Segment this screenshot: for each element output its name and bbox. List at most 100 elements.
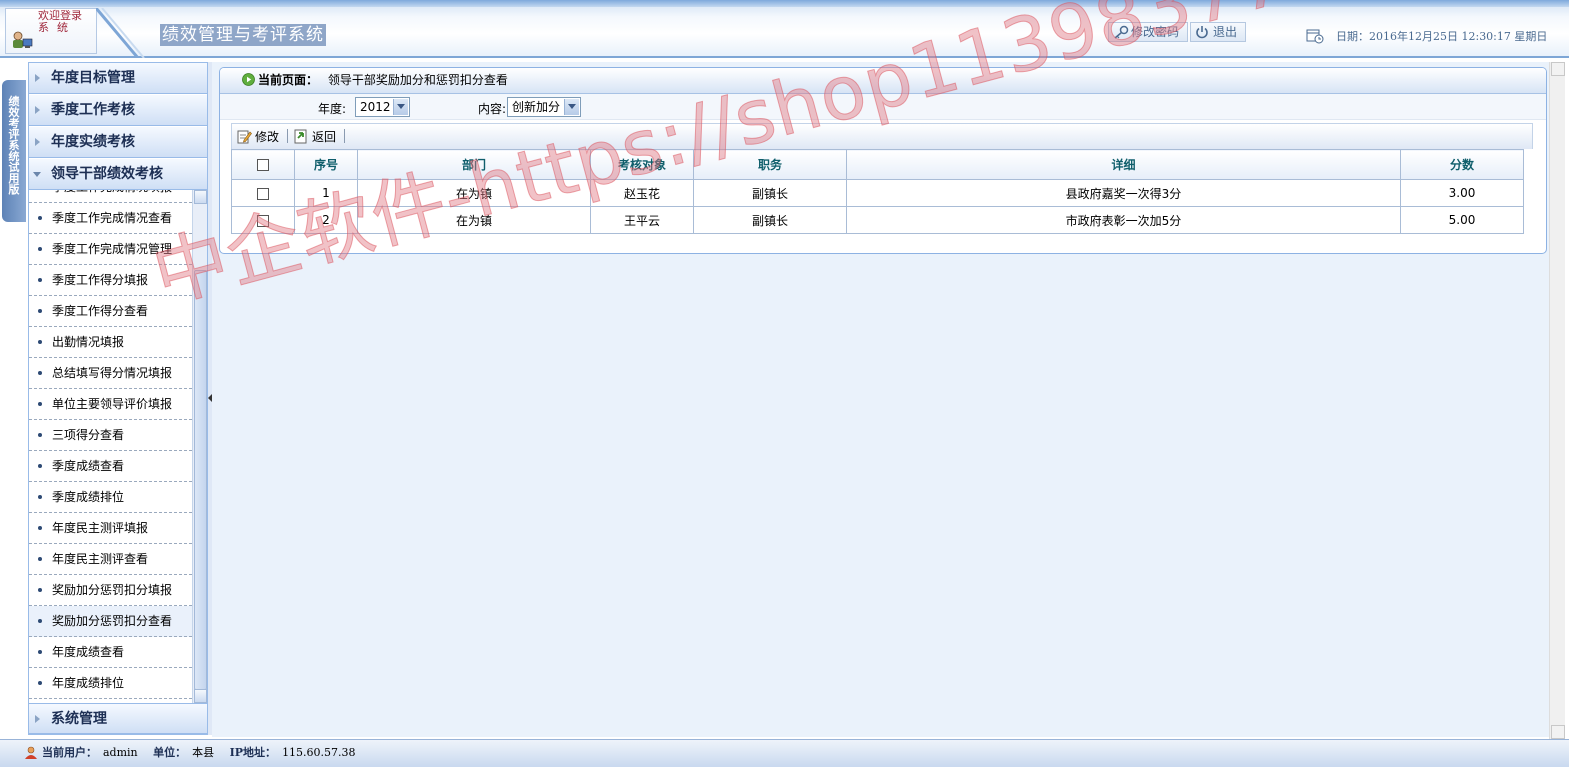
sidebar-section-leader[interactable]: 领导干部绩效考核 (29, 159, 207, 190)
sidebar-section-annual-goal[interactable]: 年度目标管理 (29, 63, 207, 94)
power-icon (1196, 26, 1208, 39)
expand-arrow-icon (35, 715, 40, 723)
system-vertical-tab[interactable]: 绩效考评系统试用版 (2, 80, 26, 222)
cell-position: 副镇长 (693, 179, 847, 207)
row-checkbox[interactable] (257, 214, 269, 227)
section-label: 年度实绩考核 (51, 134, 135, 150)
column-header[interactable]: 考核对象 (590, 149, 694, 180)
filter-bar: 年度: 2012 内容: 创新加分 (220, 94, 1546, 120)
play-circle-icon (242, 73, 255, 86)
sidebar-section-system[interactable]: 系统管理 (29, 703, 207, 734)
key-icon (1114, 25, 1129, 39)
edit-label: 修改 (255, 130, 280, 144)
table-header-row: 序号 部门 考核对象 职务 详细 分数 (231, 149, 1524, 180)
select-all-cell[interactable] (231, 149, 295, 180)
sidebar-item[interactable]: 单位主要领导评价填报 (29, 389, 192, 420)
edit-icon (237, 130, 252, 144)
expand-arrow-icon (35, 106, 40, 114)
header-diagonal-decoration (96, 8, 145, 58)
back-label: 返回 (312, 130, 337, 144)
sidebar-scrollbar[interactable] (192, 190, 207, 703)
edit-button[interactable]: 修改 (237, 128, 279, 146)
row-checkbox-cell[interactable] (231, 206, 295, 234)
scroll-up-arrow-icon[interactable] (194, 190, 207, 204)
sidebar-item[interactable]: 总结填写得分情况填报 (29, 358, 192, 389)
welcome-line-2: 系统 (38, 21, 76, 34)
scrollbar-thumb[interactable] (194, 270, 207, 690)
unit-label: 单位： (153, 746, 187, 759)
sidebar-item[interactable]: 季度工作得分填报 (29, 265, 192, 296)
chevron-down-icon (564, 99, 579, 115)
ip-label: IP地址： (229, 746, 277, 759)
current-user-value: admin (103, 746, 138, 759)
content-select[interactable]: 创新加分 (507, 97, 581, 117)
select-all-checkbox[interactable] (257, 159, 269, 171)
header: 欢迎登录 系统 绩效管理与考评系统 修改密码 退出 日期：2016年12月25日… (0, 0, 1569, 58)
row-checkbox[interactable] (257, 187, 269, 200)
sidebar-item-active[interactable]: 奖励加分惩罚扣分查看 (29, 606, 192, 637)
row-checkbox-cell[interactable] (231, 179, 295, 207)
table-row[interactable]: 2 在为镇 王平云 副镇长 市政府表彰一次加5分 5.00 (231, 206, 1524, 234)
scroll-up-arrow-icon[interactable] (1551, 62, 1565, 76)
toolbar-divider (344, 129, 345, 143)
year-select[interactable]: 2012 (355, 97, 410, 117)
cell-score: 5.00 (1400, 206, 1524, 234)
column-header[interactable]: 分数 (1400, 149, 1524, 180)
user-icon (25, 746, 37, 759)
cell-detail: 市政府表彰一次加5分 (846, 206, 1401, 234)
status-bar: 当前用户： admin 单位： 本县 IP地址： 115.60.57.38 (0, 739, 1569, 767)
system-title: 绩效管理与考评系统 (160, 24, 326, 46)
sidebar-item[interactable]: 年度民主测评查看 (29, 544, 192, 575)
sidebar-item[interactable]: 季度工作完成情况填报 (29, 190, 192, 203)
logout-button[interactable]: 退出 (1190, 22, 1246, 42)
content-select-value: 创新加分 (512, 100, 561, 114)
column-header[interactable]: 序号 (294, 149, 358, 180)
calendar-clock-icon (1306, 29, 1324, 44)
expand-arrow-icon (35, 138, 40, 146)
current-page-value: 领导干部奖励加分和惩罚扣分查看 (327, 73, 508, 87)
scroll-down-arrow-icon[interactable] (194, 689, 207, 703)
scroll-down-arrow-icon[interactable] (1551, 725, 1565, 739)
change-password-button[interactable]: 修改密码 (1108, 22, 1188, 42)
change-password-label: 修改密码 (1131, 25, 1180, 39)
sidebar-item[interactable]: 年度成绩查看 (29, 637, 192, 668)
header-stripe (0, 0, 1569, 7)
page-scrollbar[interactable] (1549, 62, 1565, 739)
sidebar-item[interactable]: 季度成绩查看 (29, 451, 192, 482)
unit-value: 本县 (192, 746, 215, 759)
sidebar-item[interactable]: 季度工作完成情况查看 (29, 203, 192, 234)
content-panel: 当前页面： 领导干部奖励加分和惩罚扣分查看 年度: 2012 内容: 创新加分 (219, 67, 1547, 254)
sidebar-section-annual-performance[interactable]: 年度实绩考核 (29, 127, 207, 158)
sidebar-item[interactable]: 季度成绩排位 (29, 482, 192, 513)
section-label: 年度目标管理 (51, 70, 135, 86)
data-table: 序号 部门 考核对象 职务 详细 分数 1 在为镇 赵玉花 副镇长 县政府嘉奖一… (231, 149, 1524, 234)
user-computer-icon (13, 31, 33, 48)
year-select-value: 2012 (360, 100, 391, 114)
sidebar-item[interactable]: 季度工作得分查看 (29, 296, 192, 327)
column-header[interactable]: 详细 (846, 149, 1401, 180)
year-label: 年度: (318, 102, 347, 116)
chevron-down-icon (393, 99, 408, 115)
sidebar-item[interactable]: 季度工作完成情况管理 (29, 234, 192, 265)
logout-label: 退出 (1213, 25, 1238, 39)
sidebar-section-quarterly[interactable]: 季度工作考核 (29, 95, 207, 126)
return-icon (294, 129, 307, 144)
sidebar-item[interactable]: 出勤情况填报 (29, 327, 192, 358)
main-content: 当前页面： 领导干部奖励加分和惩罚扣分查看 年度: 2012 内容: 创新加分 (212, 62, 1549, 737)
ip-value: 115.60.57.38 (282, 746, 356, 759)
cell-person: 王平云 (590, 206, 694, 234)
cell-score: 3.00 (1400, 179, 1524, 207)
breadcrumb: 当前页面： 领导干部奖励加分和惩罚扣分查看 (220, 68, 1546, 94)
current-date: 日期：2016年12月25日 12:30:17 星期日 (1336, 30, 1548, 43)
column-header[interactable]: 职务 (693, 149, 847, 180)
sidebar-item[interactable]: 年度民主测评填报 (29, 513, 192, 544)
sidebar-item[interactable]: 三项得分查看 (29, 420, 192, 451)
sidebar-item[interactable]: 奖励加分惩罚扣分填报 (29, 575, 192, 606)
column-header[interactable]: 部门 (357, 149, 591, 180)
table-row[interactable]: 1 在为镇 赵玉花 副镇长 县政府嘉奖一次得3分 3.00 (231, 179, 1524, 207)
current-user-label: 当前用户： (42, 746, 97, 759)
current-page-label: 当前页面： (258, 73, 319, 87)
back-button[interactable]: 返回 (294, 128, 336, 146)
sidebar: 年度目标管理 季度工作考核 年度实绩考核 领导干部绩效考核 季度工作完成情况填报… (28, 62, 208, 735)
sidebar-item[interactable]: 年度成绩排位 (29, 668, 192, 699)
